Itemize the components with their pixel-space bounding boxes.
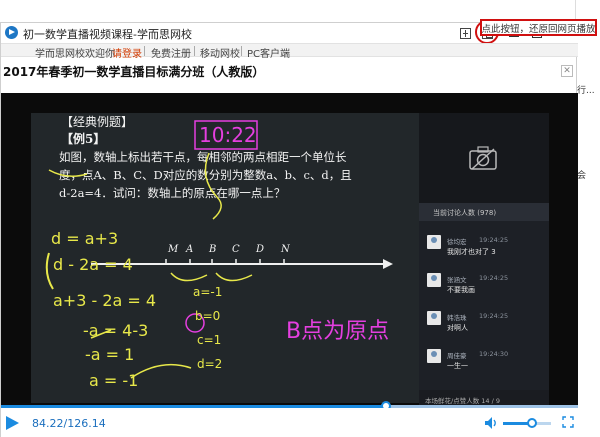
pin-button[interactable]: [455, 24, 475, 42]
volume-slider[interactable]: [503, 418, 551, 428]
divider: [241, 46, 242, 56]
handwritten-solution: a=-1: [193, 285, 223, 299]
handwritten-time: 10:22: [199, 123, 257, 147]
handwritten-eq: -a = 4-3: [83, 321, 149, 340]
chat-message: 韩浩珠 19:24:25 对啊人: [427, 311, 545, 347]
chat-username: 周佳豪: [447, 352, 467, 360]
avatar: [427, 273, 441, 287]
handwritten-solution: c=1: [197, 333, 222, 347]
handwritten-eq: d = a+3: [51, 229, 119, 248]
axis-label: M: [168, 244, 179, 255]
handwritten-eq: a+3 - 2a = 4: [53, 291, 157, 310]
chat-message: 张涵文 19:24:25 不要我画: [427, 273, 545, 309]
divider: [194, 46, 195, 56]
chat-username: 徐均宏: [447, 238, 467, 246]
axis-label: D: [256, 244, 265, 255]
handwritten-solution: b=0: [195, 309, 221, 323]
avatar: [427, 235, 441, 249]
avatar: [427, 349, 441, 363]
window-title: 初一数学直播视频课程-学而思网校: [23, 28, 192, 41]
background-text: 会: [577, 171, 587, 181]
chat-timestamp: 19:24:30: [479, 350, 509, 358]
course-title: 2017年春季初一数学直播目标满分班（人教版）: [3, 65, 265, 79]
play-logo-icon: [5, 26, 18, 39]
close-icon: ✕: [563, 66, 571, 76]
background-page: [575, 0, 600, 437]
axis-label: C: [232, 244, 240, 255]
axis-label: A: [186, 244, 194, 255]
mobile-link[interactable]: 移动网校: [200, 45, 240, 60]
handwritten-answer: B点为原点: [286, 319, 390, 344]
avatar: [427, 311, 441, 325]
video-player: 【经典例题】 【例5】 如图，数轴上标出若干点，每相邻的两点相距一个单位长 度，…: [1, 93, 578, 408]
chat-message: 徐均宏 19:24:25 我刚才也对了 3: [427, 235, 545, 271]
login-link[interactable]: 请登录: [112, 45, 142, 60]
chat-text: 一生一: [447, 362, 468, 370]
chat-username: 韩浩珠: [447, 314, 467, 322]
background-text: 行...: [577, 86, 595, 96]
chat-username: 张涵文: [447, 276, 467, 284]
camera-off-icon: [469, 146, 497, 170]
chat-text: 对啊人: [447, 324, 468, 332]
popup-window: 初一数学直播视频课程-学而思网校 ✕ 学而思网校欢迎你 请登录 免费注册 移动网…: [0, 20, 578, 437]
axis-label: B: [209, 244, 217, 255]
chat-timestamp: 19:24:25: [479, 274, 509, 282]
video-frame[interactable]: 【经典例题】 【例5】 如图，数轴上标出若干点，每相邻的两点相距一个单位长 度，…: [31, 113, 419, 403]
site-navbar: 学而思网校欢迎你 请登录 免费注册 移动网校 PC客户端: [1, 43, 578, 60]
handwritten-solution: d=2: [197, 357, 223, 371]
divider: [144, 46, 145, 56]
chat-text: 不要我画: [447, 286, 475, 294]
chat-text: 我刚才也对了 3: [447, 248, 496, 256]
chat-header: 当前讨论人数 (978): [419, 203, 549, 221]
player-controls: 84.22/126.14: [1, 408, 578, 437]
handwritten-eq: -a = 1: [85, 345, 135, 364]
handwritten-eq: a = -1: [89, 371, 139, 390]
fullscreen-icon[interactable]: [562, 416, 574, 428]
axis-label: N: [281, 244, 290, 255]
volume-handle[interactable]: [526, 418, 537, 428]
chat-timestamp: 19:24:25: [479, 312, 509, 320]
handwritten-eq: d - 2a = 4: [53, 255, 133, 274]
chat-panel: 当前讨论人数 (978) 徐均宏 19:24:25 我刚才也对了 3 张涵文 1…: [419, 203, 549, 408]
chat-timestamp: 19:24:25: [479, 236, 509, 244]
welcome-text: 学而思网校欢迎你: [35, 49, 115, 60]
pc-client-link[interactable]: PC客户端: [247, 45, 290, 60]
volume-icon[interactable]: [484, 416, 498, 430]
play-icon[interactable]: [6, 416, 19, 430]
chat-message: 周佳豪 19:24:30 一生一: [427, 349, 545, 385]
pin-icon: [459, 27, 471, 39]
register-link[interactable]: 免费注册: [151, 45, 191, 60]
close-panel-button[interactable]: ✕: [561, 65, 573, 77]
restore-tooltip: 点此按钮，还原回网页播放: [480, 19, 597, 36]
time-readout: 84.22/126.14: [32, 417, 106, 430]
